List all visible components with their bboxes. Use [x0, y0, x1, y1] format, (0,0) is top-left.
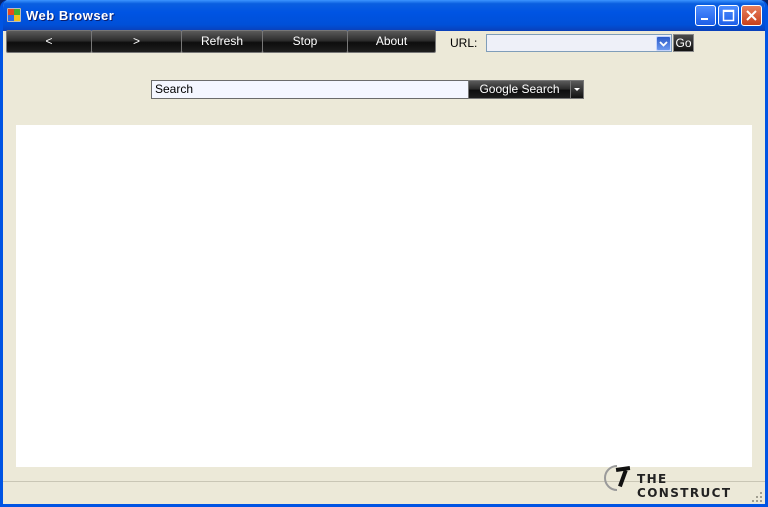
chevron-down-icon — [659, 41, 668, 47]
go-button[interactable]: Go — [673, 34, 694, 52]
caret-down-icon — [574, 88, 580, 91]
app-icon — [7, 8, 21, 22]
search-engine-dropdown[interactable] — [570, 80, 584, 99]
close-icon — [746, 10, 757, 21]
search-input[interactable]: Search — [151, 80, 469, 99]
the-construct-logo: THE CONSTRUCT — [603, 462, 763, 500]
refresh-button[interactable]: Refresh — [181, 30, 263, 53]
hammer-logo-icon — [604, 465, 631, 491]
about-button[interactable]: About — [347, 30, 436, 53]
close-button[interactable] — [741, 5, 762, 26]
forward-button[interactable]: > — [91, 30, 182, 53]
main-window: Web Browser < > Refresh Stop About URL: … — [0, 0, 768, 507]
back-button[interactable]: < — [6, 30, 92, 53]
google-search-button[interactable]: Google Search — [468, 80, 571, 99]
maximize-button[interactable] — [718, 5, 739, 26]
window-title: Web Browser — [26, 8, 115, 23]
browser-content-area[interactable] — [16, 125, 752, 467]
title-bar[interactable]: Web Browser — [3, 0, 765, 31]
minimize-button[interactable] — [695, 5, 716, 26]
minimize-icon — [701, 18, 708, 20]
url-label: URL: — [450, 36, 478, 50]
logo-text: THE CONSTRUCT — [637, 472, 732, 500]
maximize-icon — [722, 9, 735, 22]
stop-button[interactable]: Stop — [262, 30, 348, 53]
url-dropdown-button[interactable] — [656, 36, 671, 51]
url-input[interactable] — [486, 34, 672, 52]
